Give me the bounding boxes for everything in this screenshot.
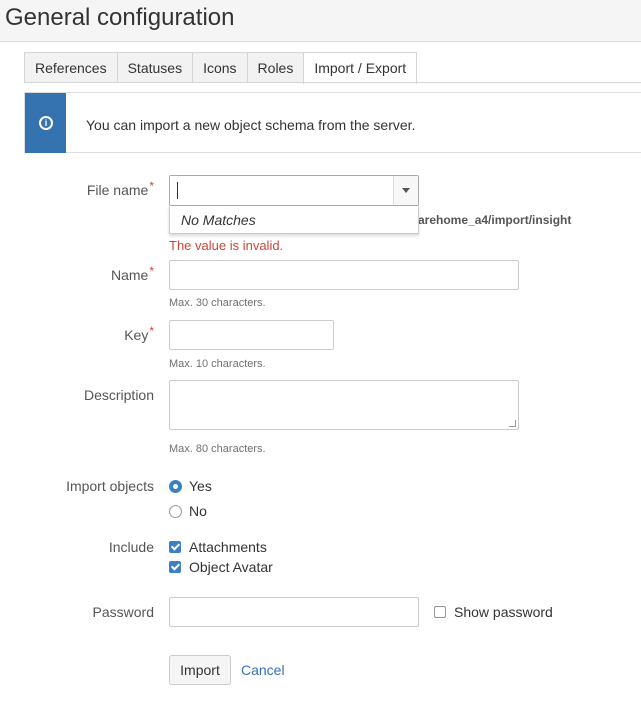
file-name-select[interactable]	[169, 175, 419, 206]
info-sidebar: i	[25, 93, 66, 153]
tab-bar: References Statuses Icons Roles Import /…	[24, 52, 418, 84]
key-label: Key*	[124, 324, 154, 343]
info-text: You can import a new object schema from …	[86, 117, 416, 133]
attachments-checkbox[interactable]	[169, 541, 181, 553]
key-hint: Max. 10 characters.	[169, 358, 266, 370]
required-marker: *	[149, 179, 154, 193]
name-input[interactable]	[169, 260, 519, 290]
file-name-error: The value is invalid.	[169, 238, 284, 253]
description-hint: Max. 80 characters.	[169, 443, 266, 455]
cancel-link[interactable]: Cancel	[241, 662, 285, 678]
required-marker: *	[149, 264, 154, 278]
import-objects-yes-label[interactable]: Yes	[189, 478, 212, 494]
info-icon: i	[39, 116, 53, 130]
no-matches-text: No Matches	[181, 212, 256, 228]
resize-handle-icon[interactable]	[509, 420, 516, 427]
import-objects-no-radio[interactable]	[169, 505, 182, 518]
show-password-checkbox[interactable]	[434, 606, 446, 618]
tabs-divider	[24, 82, 641, 83]
name-label: Name*	[110, 264, 154, 283]
include-label: Include	[108, 539, 154, 555]
key-input[interactable]	[169, 320, 334, 350]
page-title: General configuration	[5, 4, 235, 31]
file-name-dropdown: No Matches	[169, 206, 419, 234]
tab-statuses[interactable]: Statuses	[116, 52, 194, 83]
chevron-down-icon[interactable]	[393, 176, 418, 205]
description-label: Description	[83, 387, 154, 403]
tab-import-export[interactable]: Import / Export	[303, 52, 418, 84]
required-marker: *	[149, 324, 154, 338]
file-name-label: File name*	[86, 179, 154, 198]
text-cursor	[177, 182, 178, 199]
info-message: i You can import a new object schema fro…	[24, 92, 641, 153]
tab-roles[interactable]: Roles	[246, 52, 305, 83]
password-input[interactable]	[169, 597, 419, 627]
import-path-text: arehome_a4/import/insight	[418, 213, 572, 227]
tab-icons[interactable]: Icons	[192, 52, 248, 83]
import-button[interactable]: Import	[169, 655, 231, 685]
import-objects-label: Import objects	[66, 478, 154, 494]
object-avatar-label[interactable]: Object Avatar	[189, 559, 273, 575]
description-textarea[interactable]	[169, 380, 519, 430]
name-hint: Max. 30 characters.	[169, 297, 266, 309]
show-password-label[interactable]: Show password	[454, 604, 553, 620]
password-label: Password	[92, 604, 154, 620]
import-objects-yes-radio[interactable]	[169, 480, 182, 493]
attachments-label[interactable]: Attachments	[189, 539, 267, 555]
tab-references[interactable]: References	[24, 52, 118, 83]
object-avatar-checkbox[interactable]	[169, 561, 181, 573]
import-objects-no-label[interactable]: No	[189, 503, 207, 519]
page-header: General configuration	[0, 0, 641, 42]
